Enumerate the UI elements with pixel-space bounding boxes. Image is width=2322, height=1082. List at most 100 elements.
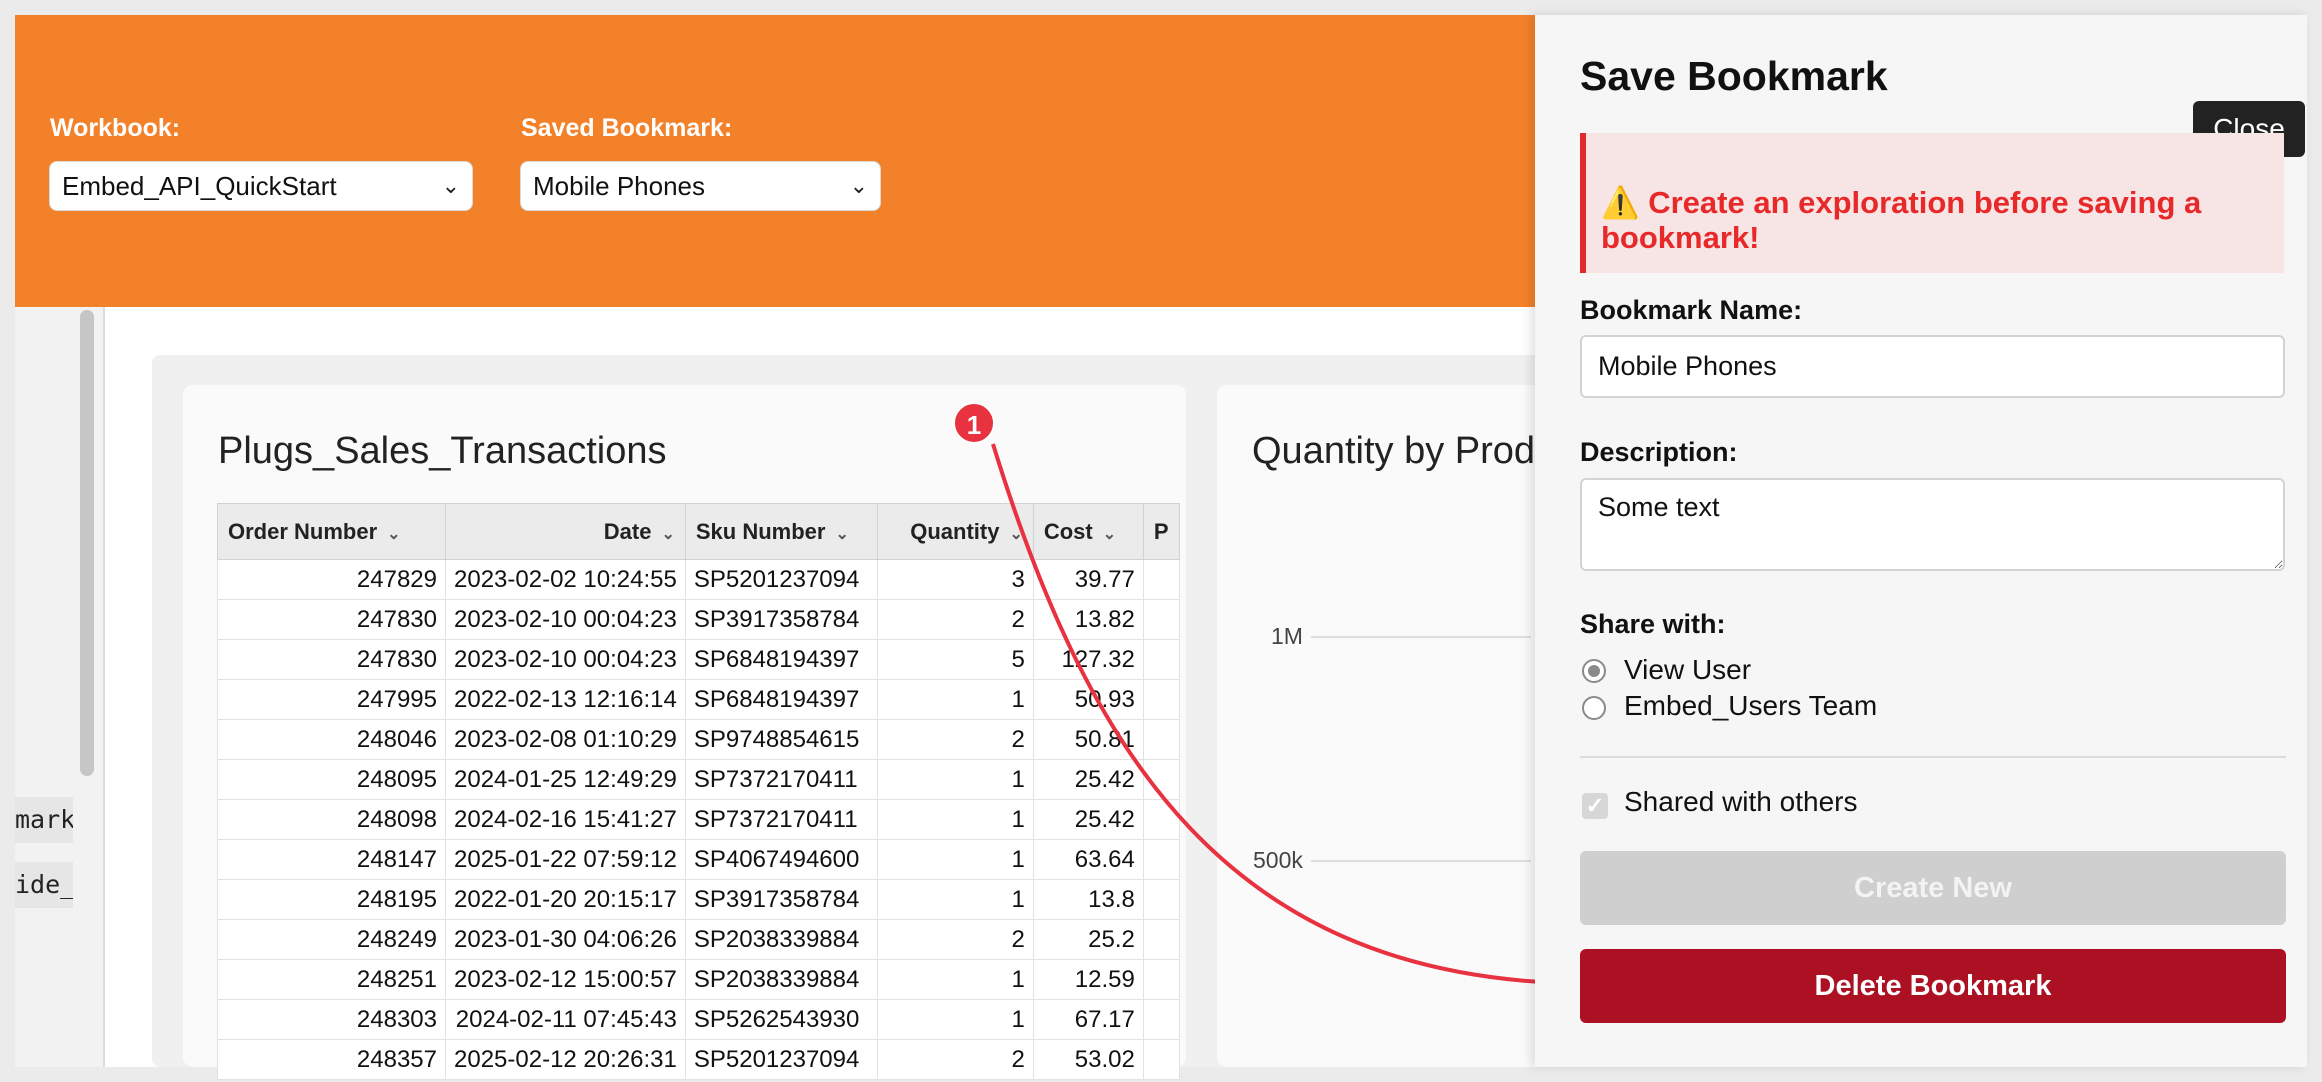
table-row[interactable]: 248098 2024-02-16 15:41:27 SP7372170411 1 25… — [217, 799, 1180, 840]
radio-label-view-user: View User — [1624, 654, 1752, 685]
saved-bookmark-select-value: Mobile Phones — [533, 171, 705, 201]
table-cell: SP5201237094 — [684, 1039, 878, 1080]
workbook-select[interactable]: Embed_API_QuickStart ⌄ — [49, 161, 473, 211]
share-with-label: Share with: — [1580, 609, 1726, 639]
table-cell: 2023-02-10 00:04:23 — [445, 599, 686, 640]
table-cell: 53.02 — [1032, 1039, 1144, 1080]
alert-text: Create an exploration before saving a bo… — [1601, 185, 2202, 255]
chevron-down-icon: ⌄ — [1009, 525, 1023, 543]
shared-with-others-checkbox[interactable]: ✓ — [1582, 793, 1608, 819]
table-cell: 63.64 — [1032, 839, 1144, 880]
table-cell: SP5262543930 — [684, 999, 878, 1040]
chart-title: Quantity by Prod — [1252, 430, 1536, 472]
table-title: Plugs_Sales_Transactions — [218, 430, 667, 472]
table-cell: 2022-02-13 12:16:14 — [445, 679, 686, 720]
table-row[interactable]: 247830 2023-02-10 00:04:23 SP6848194397 5 12… — [217, 639, 1180, 680]
table-cell: 2 — [876, 719, 1034, 760]
table-cell: 1 — [876, 999, 1034, 1040]
table-cell: 247830 — [217, 639, 446, 680]
table-cell — [1142, 799, 1180, 840]
table-cell: SP7372170411 — [684, 759, 878, 800]
table-cell: SP7372170411 — [684, 799, 878, 840]
column-header-order-number[interactable]: Order Number ⌄ — [217, 503, 446, 560]
table-cell: 25.42 — [1032, 799, 1144, 840]
table-cell: 67.17 — [1032, 999, 1144, 1040]
y-axis-tick-label: 1M — [1271, 623, 1303, 649]
radio-view-user[interactable] — [1582, 659, 1606, 683]
sales-table: Order Number ⌄ Date ⌄ Sku Number ⌄ Quantity… — [217, 503, 1180, 1080]
table-cell: 2 — [876, 919, 1034, 960]
table-cell — [1142, 639, 1180, 680]
chevron-down-icon: ⌄ — [835, 525, 849, 543]
table-cell: 127.32 — [1032, 639, 1144, 680]
table-cell: 2024-02-11 07:45:43 — [445, 999, 686, 1040]
table-cell: 3 — [876, 559, 1034, 600]
table-cell: SP6848194397 — [684, 639, 878, 680]
column-header-date[interactable]: Date ⌄ — [445, 503, 686, 560]
delete-bookmark-button[interactable]: Delete Bookmark — [1580, 949, 2286, 1023]
table-cell: SP2038339884 — [684, 919, 878, 960]
warning-icon: ⚠️ — [1601, 185, 1640, 220]
create-new-button[interactable]: Create New — [1580, 851, 2286, 925]
table-cell: SP4067494600 — [684, 839, 878, 880]
table-cell: 248249 — [217, 919, 446, 960]
table-cell: 2024-01-25 12:49:29 — [445, 759, 686, 800]
table-row[interactable]: 248251 2023-02-12 15:00:57 SP2038339884 1 12… — [217, 959, 1180, 1000]
workbook-select-value: Embed_API_QuickStart — [62, 171, 337, 201]
chevron-down-icon: ⌄ — [661, 525, 675, 543]
bookmark-name-input[interactable] — [1580, 335, 2285, 398]
column-header-sku-number[interactable]: Sku Number ⌄ — [684, 503, 878, 560]
table-cell: 1 — [876, 679, 1034, 720]
table-cell: 2023-02-10 00:04:23 — [445, 639, 686, 680]
table-cell — [1142, 999, 1180, 1040]
table-cell: 248357 — [217, 1039, 446, 1080]
table-cell — [1142, 1039, 1180, 1080]
description-label: Description: — [1580, 437, 1738, 467]
table-cell: 2024-02-16 15:41:27 — [445, 799, 686, 840]
table-cell: 1 — [876, 959, 1034, 1000]
chart-gridline — [1311, 860, 1531, 862]
table-cell: 2023-02-08 01:10:29 — [445, 719, 686, 760]
column-header-quantity[interactable]: Quantity ⌄ — [876, 503, 1034, 560]
table-row[interactable]: 248147 2025-01-22 07:59:12 SP4067494600 1 63… — [217, 839, 1180, 880]
saved-bookmark-select[interactable]: Mobile Phones ⌄ — [520, 161, 881, 211]
table-row[interactable]: 248195 2022-01-20 20:15:17 SP3917358784 1 13… — [217, 879, 1180, 920]
table-row[interactable]: 247995 2022-02-13 12:16:14 SP6848194397 1 50… — [217, 679, 1180, 720]
table-cell: 2025-02-12 20:26:31 — [445, 1039, 686, 1080]
table-row[interactable]: 248303 2024-02-11 07:45:43 SP5262543930 1 67… — [217, 999, 1180, 1040]
annotation-badge: 1 — [953, 402, 995, 444]
table-cell: 248095 — [217, 759, 446, 800]
table-cell — [1142, 679, 1180, 720]
table-row[interactable]: 247830 2023-02-10 00:04:23 SP3917358784 2 13… — [217, 599, 1180, 640]
table-cell: 2023-01-30 04:06:26 — [445, 919, 686, 960]
column-header-partial[interactable]: P — [1142, 503, 1180, 560]
table-cell: 2 — [876, 599, 1034, 640]
radio-label-embed-users-team: Embed_Users Team — [1624, 690, 1878, 721]
table-row[interactable]: 248095 2024-01-25 12:49:29 SP7372170411 1 25… — [217, 759, 1180, 800]
table-row[interactable]: 248249 2023-01-30 04:06:26 SP2038339884 2 25… — [217, 919, 1180, 960]
table-row[interactable]: 248046 2023-02-08 01:10:29 SP9748854615 2 50… — [217, 719, 1180, 760]
description-textarea[interactable]: Some text — [1580, 478, 2285, 571]
table-cell — [1142, 959, 1180, 1000]
table-cell: 248251 — [217, 959, 446, 1000]
column-header-cost[interactable]: Cost ⌄ — [1032, 503, 1144, 560]
code-snippet: mark — [15, 797, 73, 843]
table-cell: 2 — [876, 1039, 1034, 1080]
table-cell: 13.82 — [1032, 599, 1144, 640]
table-cell — [1142, 879, 1180, 920]
shared-with-others-label: Shared with others — [1624, 786, 1858, 817]
radio-embed-users-team[interactable] — [1582, 696, 1606, 720]
table-cell: 25.42 — [1032, 759, 1144, 800]
panel-divider — [1580, 756, 2286, 758]
table-row[interactable]: 248357 2025-02-12 20:26:31 SP5201237094 2 53… — [217, 1039, 1180, 1080]
table-cell: 12.59 — [1032, 959, 1144, 1000]
table-cell — [1142, 719, 1180, 760]
table-cell — [1142, 759, 1180, 800]
table-row[interactable]: 247829 2023-02-02 10:24:55 SP5201237094 3 39… — [217, 559, 1180, 600]
chart-card — [1217, 385, 1547, 1067]
bookmark-name-label: Bookmark Name: — [1580, 295, 1803, 325]
table-cell: 247829 — [217, 559, 446, 600]
chevron-down-icon: ⌄ — [1102, 525, 1117, 543]
sidebar-scrollbar[interactable] — [80, 310, 94, 776]
alert-message: ⚠️ Create an exploration before saving a… — [1601, 185, 2261, 255]
